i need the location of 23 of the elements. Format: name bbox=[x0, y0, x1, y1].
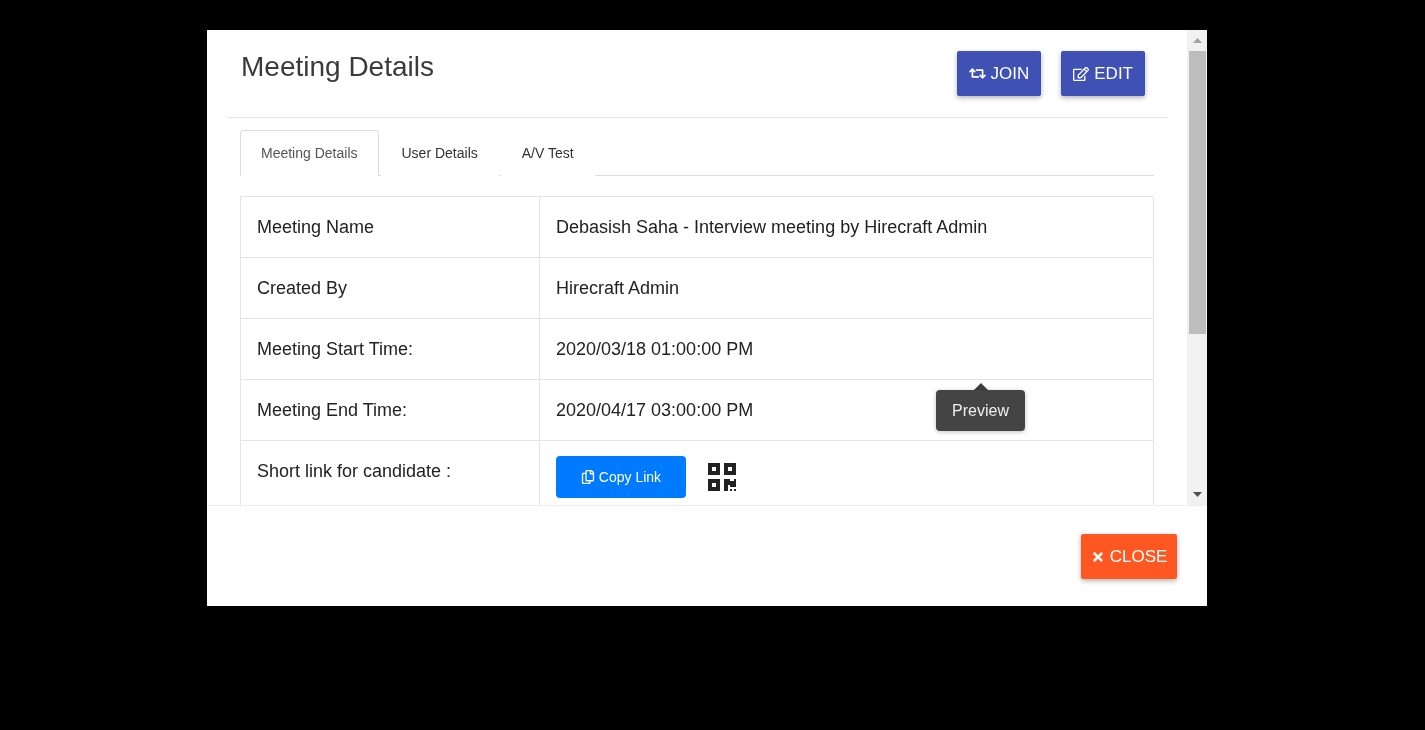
tab[interactable]: Meeting Details bbox=[240, 130, 379, 176]
join-button[interactable]: JOIN bbox=[956, 51, 1042, 96]
detail-label: Meeting Start Time: bbox=[241, 319, 540, 380]
detail-value: Hirecraft Admin bbox=[540, 258, 1153, 319]
loop-arrows-icon bbox=[968, 65, 986, 82]
detail-label: Short link for candidate : bbox=[241, 441, 540, 505]
detail-label: Created By bbox=[241, 258, 540, 319]
detail-label: Meeting Name bbox=[241, 197, 540, 258]
scrollbar[interactable] bbox=[1187, 30, 1207, 505]
edit-button[interactable]: EDIT bbox=[1061, 51, 1145, 96]
tooltip: Preview bbox=[936, 383, 1025, 431]
dialog-title: Meeting Details bbox=[241, 51, 435, 83]
copy-link-button[interactable]: Copy Link bbox=[556, 456, 686, 498]
detail-value: Debasish Saha - Interview meeting by Hirecraft Admin bbox=[540, 197, 1153, 258]
detail-value: 2020/03/18 01:00:00 PM bbox=[540, 319, 1153, 380]
copy-icon bbox=[580, 470, 595, 484]
scroll-down-icon[interactable] bbox=[1192, 492, 1202, 497]
detail-label: Meeting End Time: bbox=[241, 380, 540, 441]
qr-code-icon[interactable] bbox=[706, 461, 738, 493]
edit-icon bbox=[1073, 65, 1090, 82]
scroll-up-icon[interactable] bbox=[1192, 38, 1202, 43]
scrollbar-thumb[interactable] bbox=[1188, 51, 1206, 334]
close-icon bbox=[1090, 549, 1105, 564]
